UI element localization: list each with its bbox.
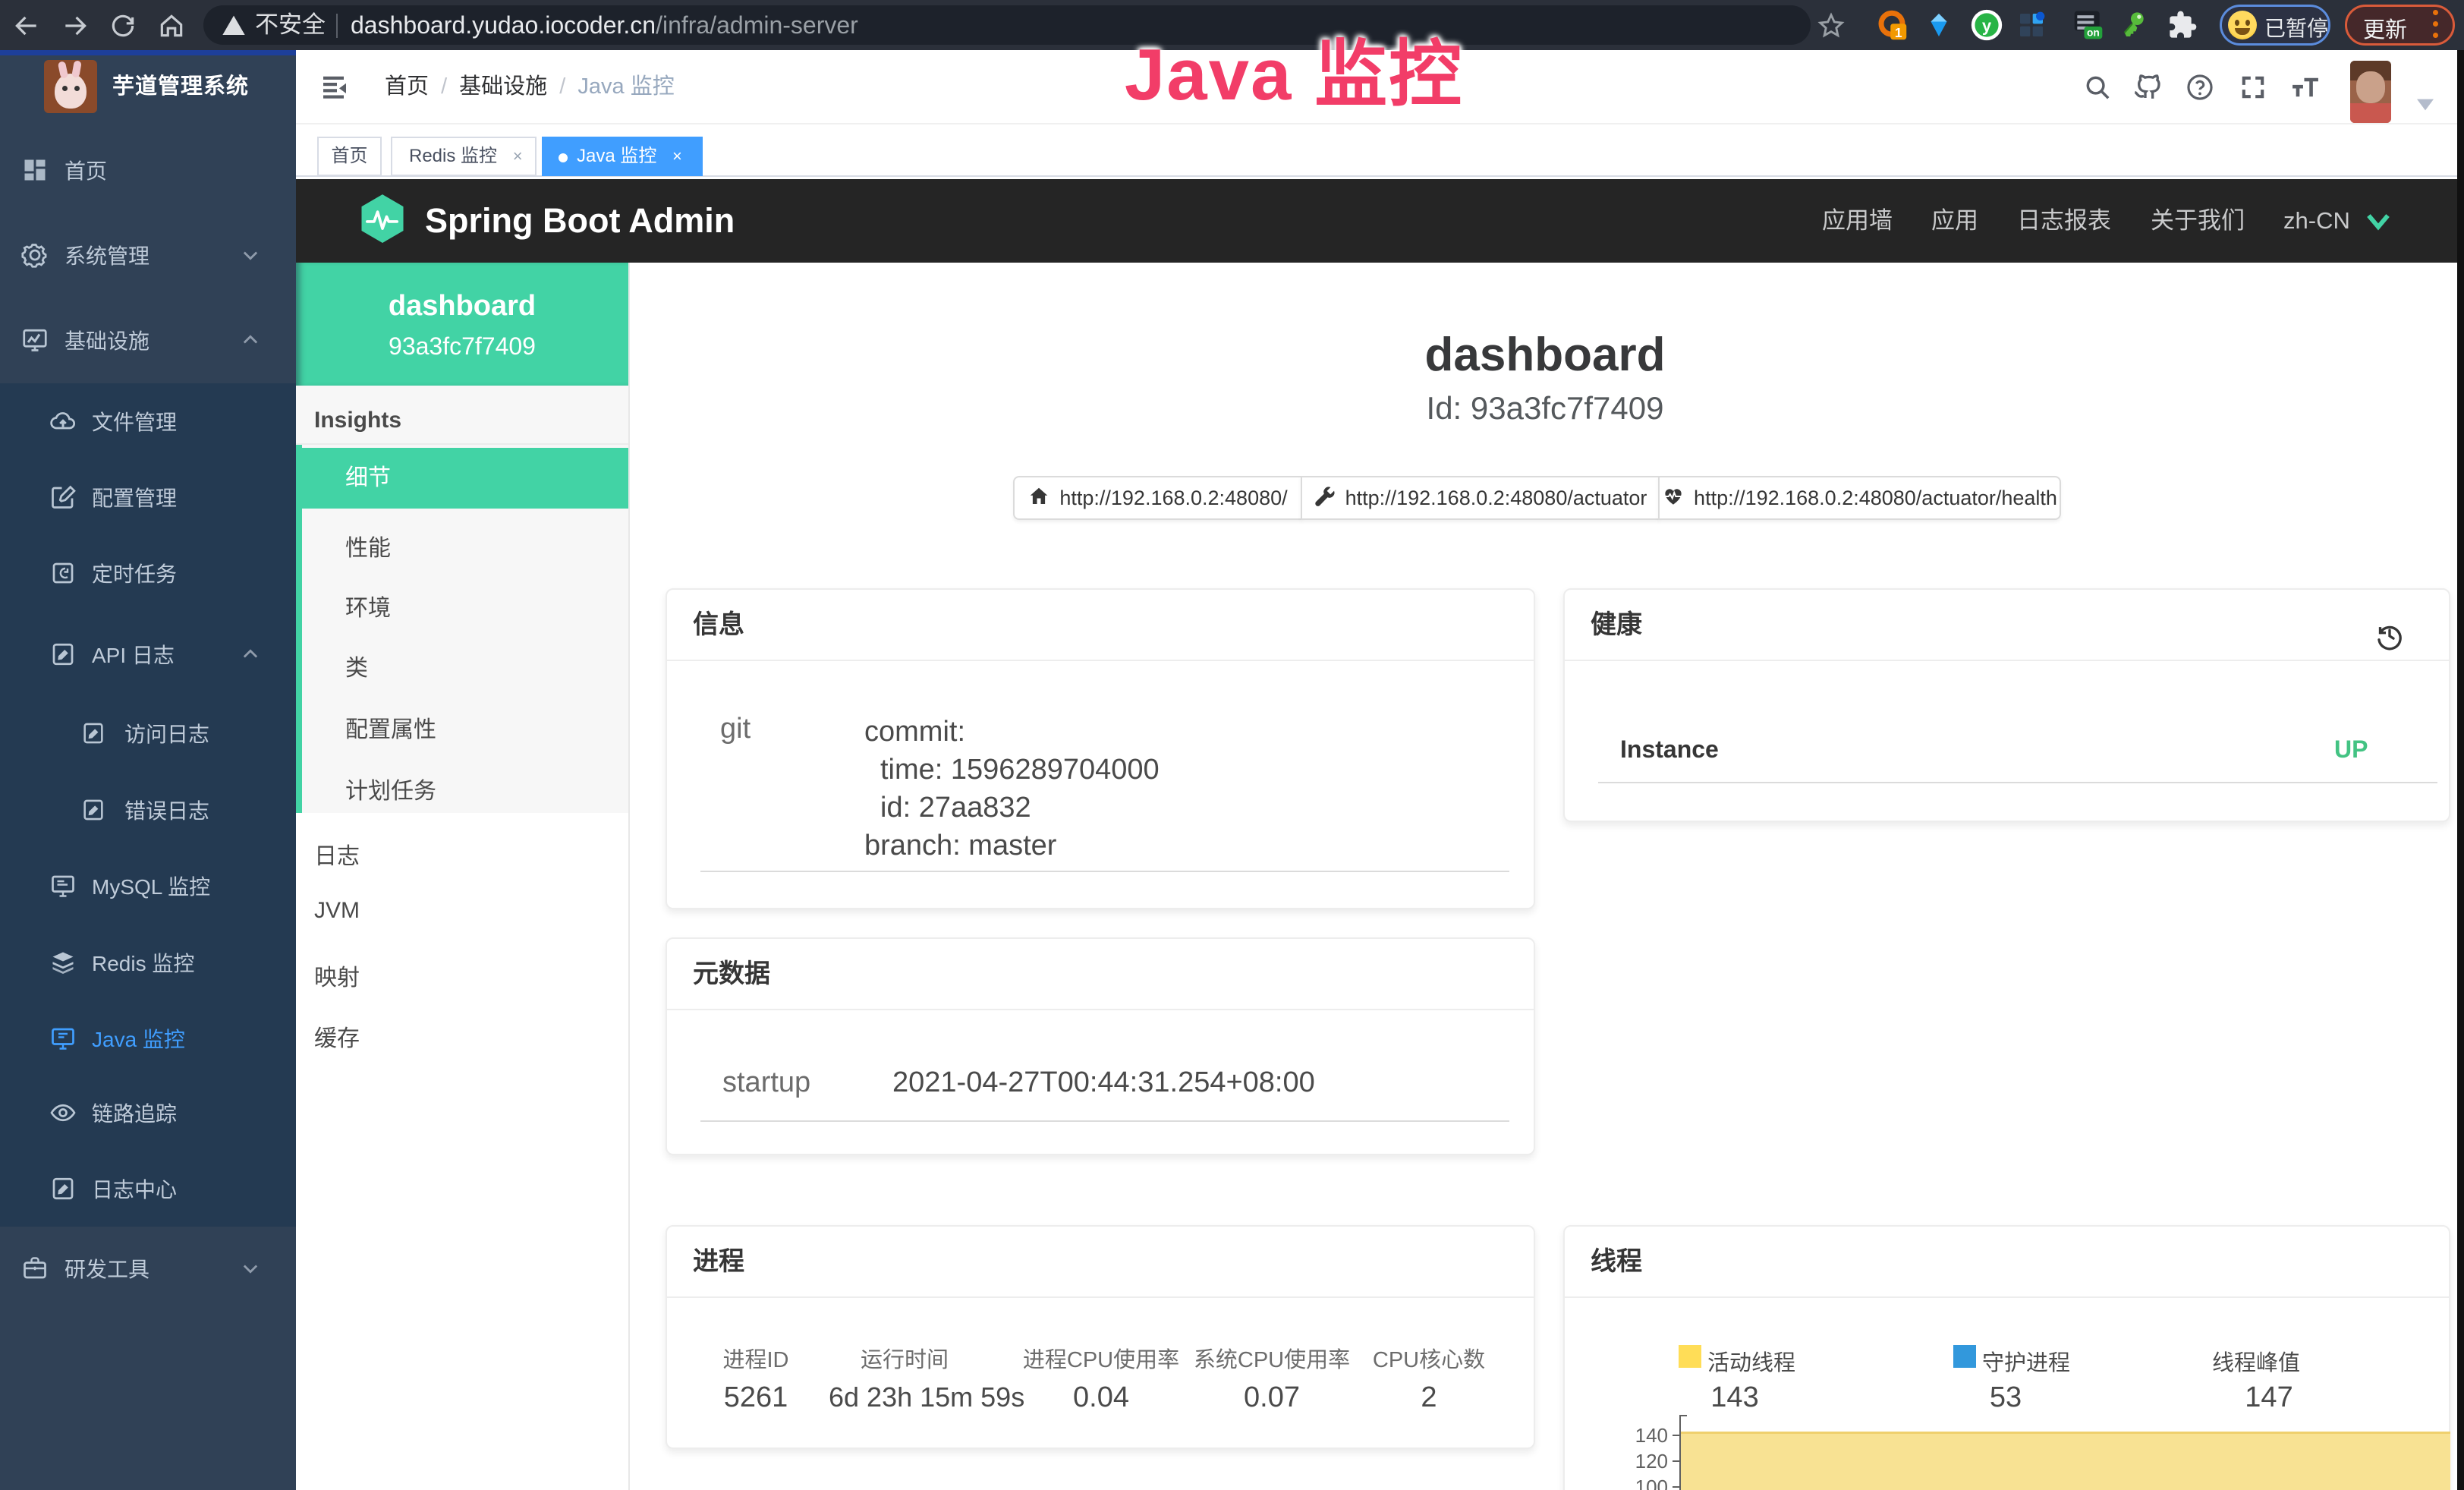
- svg-text:on: on: [2087, 27, 2100, 39]
- svg-text:1: 1: [1895, 25, 1902, 40]
- svg-text:y: y: [1982, 16, 1992, 35]
